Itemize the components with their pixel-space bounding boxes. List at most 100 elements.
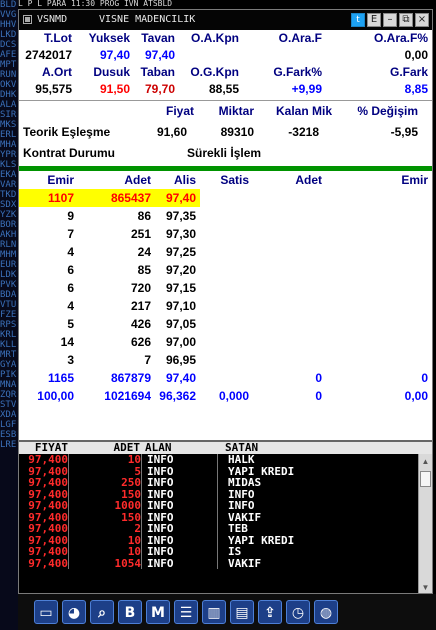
book-cell[interactable]: 97,15 [155,279,200,297]
book-cell[interactable] [253,261,326,279]
book-cell[interactable]: 426 [78,315,155,333]
globe-icon[interactable]: ◍ [314,600,338,624]
book-cell[interactable]: 7 [78,351,155,369]
book-cell[interactable] [200,189,253,207]
book-cell[interactable]: 5 [19,315,78,333]
book-cell[interactable]: 7 [19,225,78,243]
book-header-qty[interactable]: Adet [253,171,326,189]
book-cell[interactable] [253,243,326,261]
book-cell[interactable] [253,279,326,297]
book-cell[interactable]: 97,25 [155,243,200,261]
trade-row[interactable]: 97,400 150 INFO VAKIF [19,511,432,523]
trade-row[interactable]: 97,400 10 INFO HALK [19,454,432,466]
e-button[interactable]: E [367,13,381,27]
trade-row[interactable]: 97,400 1054 INFO VAKIF [19,557,432,569]
restore-button[interactable]: ⧉ [399,13,413,27]
book-header-ask[interactable]: Satis [200,171,253,189]
book-cell[interactable]: 96,95 [155,351,200,369]
book-header-orders[interactable]: Emir [19,171,78,189]
book-cell[interactable]: 97,30 [155,225,200,243]
trade-row[interactable]: 97,400 250 INFO MIDAS [19,477,432,489]
book-cell[interactable] [326,297,432,315]
twitter-icon[interactable]: t [351,13,365,27]
book-cell[interactable]: 97,20 [155,261,200,279]
book-cell[interactable] [200,297,253,315]
book-cell[interactable]: 14 [19,333,78,351]
book-cell[interactable] [326,315,432,333]
book-cell[interactable]: 24 [78,243,155,261]
upload-icon[interactable]: ⇪ [258,600,282,624]
book-cell[interactable] [326,225,432,243]
book-cell[interactable]: 9 [19,207,78,225]
book-cell[interactable]: 97,05 [155,315,200,333]
book-cell[interactable]: 4 [19,243,78,261]
book-cell[interactable]: 626 [78,333,155,351]
title-bar[interactable]: VSNMD VISNE MADENCILIK t E – ⧉ × [19,10,432,30]
book-cell[interactable] [253,297,326,315]
scroll-thumb[interactable] [420,471,431,487]
book-header-bid[interactable]: Alis [155,171,200,189]
book-cell[interactable]: 6 [19,261,78,279]
m-icon[interactable]: M [146,600,170,624]
trade-row[interactable]: 97,400 5 INFO YAPI KREDI [19,465,432,477]
book-cell[interactable] [200,279,253,297]
book-cell[interactable] [326,261,432,279]
document-search-icon[interactable]: ⌕ [90,600,114,624]
book-cell[interactable]: 217 [78,297,155,315]
book-cell[interactable]: 85 [78,261,155,279]
book-cell[interactable] [253,333,326,351]
scroll-down-icon[interactable]: ▼ [420,582,431,593]
news-icon[interactable]: ▤ [230,600,254,624]
book-cell[interactable] [253,351,326,369]
bar-chart-icon[interactable]: ▥ [202,600,226,624]
book-cell[interactable] [326,243,432,261]
book-cell[interactable] [200,225,253,243]
book-cell[interactable] [253,315,326,333]
trade-row[interactable]: 97,400 1000 INFO INFO [19,500,432,512]
book-cell[interactable]: 97,00 [155,333,200,351]
book-header-qty[interactable]: Adet [78,171,155,189]
book-cell[interactable]: 720 [78,279,155,297]
trade-row[interactable]: 97,400 10 INFO IS [19,546,432,558]
book-total-cell: 0,00 [404,389,428,403]
monitor-icon[interactable]: ▭ [34,600,58,624]
book-cell[interactable]: 6 [19,279,78,297]
book-cell[interactable] [200,207,253,225]
stat-header: G.Fark [389,65,428,79]
book-header-orders[interactable]: Emir [326,171,432,189]
trades-scrollbar[interactable]: ▲ ▼ [418,454,432,593]
trade-row[interactable]: 97,400 10 INFO YAPI KREDI [19,534,432,546]
book-cell[interactable] [200,243,253,261]
book-cell[interactable] [253,207,326,225]
book-cell[interactable] [326,279,432,297]
clock-icon[interactable]: ◷ [286,600,310,624]
close-button[interactable]: × [415,13,429,27]
book-cell[interactable]: 865437 [78,189,155,207]
book-cell[interactable]: 251 [78,225,155,243]
book-cell[interactable]: 86 [78,207,155,225]
book-cell[interactable] [200,351,253,369]
minimize-button[interactable]: – [383,13,397,27]
book-cell[interactable] [326,351,432,369]
trade-row[interactable]: 97,400 2 INFO TEB [19,523,432,535]
b-icon[interactable]: B [118,600,142,624]
book-cell[interactable] [200,261,253,279]
book-cell[interactable]: 3 [19,351,78,369]
pie-chart-icon[interactable]: ◕ [62,600,86,624]
window-menu-icon[interactable] [23,15,32,24]
trade-row[interactable]: 97,400 150 INFO INFO [19,488,432,500]
book-cell[interactable]: 97,10 [155,297,200,315]
list-icon[interactable]: ☰ [174,600,198,624]
book-cell[interactable]: 97,35 [155,207,200,225]
book-cell[interactable]: 1107 [19,189,78,207]
book-cell[interactable] [200,315,253,333]
book-cell[interactable] [253,225,326,243]
book-cell[interactable] [326,333,432,351]
book-cell[interactable] [200,333,253,351]
book-cell[interactable] [253,189,326,207]
book-cell[interactable]: 97,40 [155,189,200,207]
scroll-up-icon[interactable]: ▲ [420,456,431,467]
book-cell[interactable] [326,207,432,225]
book-cell[interactable] [326,189,432,207]
book-cell[interactable]: 4 [19,297,78,315]
